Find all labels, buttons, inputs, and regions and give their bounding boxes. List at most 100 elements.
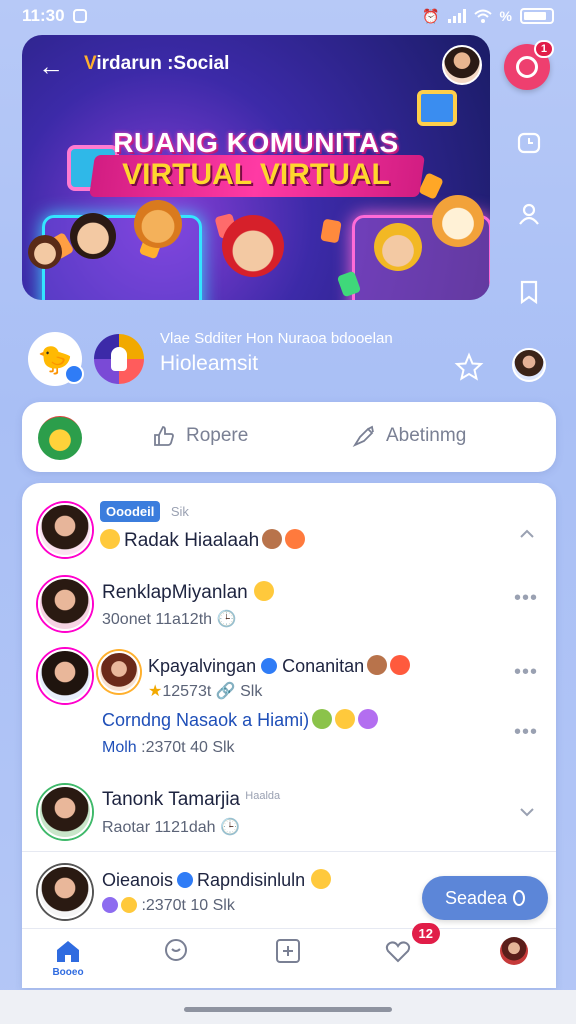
verified-badge-icon xyxy=(177,872,194,888)
heart-emoji-icon xyxy=(358,709,379,729)
more-options-icon[interactable]: ••• xyxy=(514,587,538,610)
list-item[interactable]: Ooodeil Sik Radak Hiaalaah xyxy=(22,501,556,567)
post-meta-text: 30onet 11a12th xyxy=(102,611,213,628)
face-emoji-icon xyxy=(262,529,283,549)
post-author-name-2: Rapndisinluln xyxy=(197,870,306,890)
verified-badge-icon xyxy=(261,658,278,674)
repost-button[interactable]: Abetinmg xyxy=(352,424,466,448)
list-item[interactable]: Kpayalvingan Conanitan ★12573t 🔗 Slk •••… xyxy=(22,649,556,769)
status-time: 11:30 xyxy=(22,6,65,25)
post-author-name: Oieanois xyxy=(102,870,174,890)
cartoon-character xyxy=(28,235,62,269)
profile-avatar[interactable] xyxy=(442,45,482,85)
smile-emoji-icon xyxy=(311,869,332,889)
thumbs-up-icon xyxy=(154,426,174,446)
send-icon xyxy=(513,890,526,906)
post-meta: Raotar 1121dah 🕒 xyxy=(102,817,240,837)
star-icon[interactable] xyxy=(454,352,484,382)
member-avatar[interactable] xyxy=(512,348,546,382)
angry-emoji-icon xyxy=(390,655,411,675)
community-subtitle: Vlae Sdditer Hon Nuraoa bdooelan xyxy=(160,330,393,347)
star-icon: ★ xyxy=(148,683,163,700)
post-meta: :2370t 10 Slk xyxy=(102,897,235,915)
comment-meta-text: :2370t xyxy=(141,739,186,756)
history-icon[interactable] xyxy=(513,126,545,158)
notification-badge: 1 xyxy=(533,40,554,58)
status-bar: 11:30 ⏰ % xyxy=(0,0,576,32)
cartoon-character xyxy=(432,195,484,247)
comment-body: Corndng Nasaok a Hiami) xyxy=(102,710,310,730)
list-item[interactable]: Tanonk Tamarjia Haalda Raotar 1121dah 🕒 xyxy=(22,783,556,843)
post-meta-text: Raotar 1121dah xyxy=(102,819,216,836)
community-badge-logo[interactable] xyxy=(38,416,82,460)
comment-meta-count: 40 Slk xyxy=(190,739,235,756)
bottom-nav: Booeo 12 xyxy=(22,923,556,988)
community-banner[interactable]: ← Virdarun :Social RUANG KOMUNITAS VIRTU… xyxy=(22,35,490,300)
nav-activity[interactable]: 12 xyxy=(378,923,440,981)
chevron-up-icon[interactable] xyxy=(518,525,536,543)
post-meta: 30onet 11a12th 🕒 xyxy=(102,609,236,629)
clock-icon: 🕒 xyxy=(216,611,237,628)
nav-home[interactable]: Booeo xyxy=(48,937,88,981)
banner-title-line1: RUANG KOMUNITAS xyxy=(113,127,399,158)
hand-icon xyxy=(111,347,127,371)
smile-emoji-icon xyxy=(335,709,356,729)
app-name-text: irdarun :Social xyxy=(96,53,230,74)
post-author-name: Radak Hiaalaah xyxy=(124,530,260,551)
tv-icon xyxy=(417,90,457,126)
signal-icon xyxy=(447,9,466,23)
community-info-row: 🐤 Vlae Sdditer Hon Nuraoa bdooelan Hiole… xyxy=(22,328,554,392)
action-card: Ropere Abetinmg xyxy=(22,402,556,472)
repost-label: Abetinmg xyxy=(386,425,467,446)
cartoon-character xyxy=(222,215,284,277)
verified-badge-icon xyxy=(64,364,84,384)
comment-author: Molh xyxy=(102,739,137,756)
more-options-icon[interactable]: ••• xyxy=(514,721,538,744)
user-avatar[interactable] xyxy=(38,785,92,839)
send-label: Seadea xyxy=(444,887,508,908)
chevron-down-icon[interactable] xyxy=(518,803,536,821)
user-avatar[interactable] xyxy=(38,865,92,919)
community-mascot-avatar[interactable]: 🐤 xyxy=(28,332,84,386)
send-button[interactable]: Seadea xyxy=(422,876,548,920)
community-logo[interactable] xyxy=(94,334,144,384)
nav-home-label: Booeo xyxy=(52,967,84,978)
post-author-name: Tanonk Tamarjia xyxy=(102,789,241,810)
user-avatar[interactable] xyxy=(38,649,92,703)
nav-chat[interactable] xyxy=(156,937,196,981)
face-emoji-icon xyxy=(367,655,388,675)
back-arrow-icon[interactable]: ← xyxy=(38,51,64,82)
user-avatar[interactable] xyxy=(38,503,92,557)
alarm-icon: ⏰ xyxy=(422,7,440,24)
bell-icon xyxy=(516,56,538,78)
share-arrow-icon xyxy=(352,425,374,448)
clap-emoji-icon xyxy=(312,709,333,729)
clock-icon: 🕒 xyxy=(220,819,240,836)
grin-emoji-icon xyxy=(253,581,274,601)
chat-bubble-icon xyxy=(165,939,187,961)
nav-create[interactable] xyxy=(268,937,308,981)
post-author-name-2: Conanitan xyxy=(282,656,365,676)
more-options-icon[interactable]: ••• xyxy=(514,661,538,684)
post-author: Tanonk Tamarjia Haalda xyxy=(102,789,280,811)
app-name-initial: V xyxy=(84,53,97,74)
post-author: Kpayalvingan Conanitan xyxy=(148,655,411,677)
post-count: Sik xyxy=(170,504,189,519)
cartoon-character xyxy=(70,213,116,259)
home-indicator[interactable] xyxy=(184,1007,392,1012)
profile-icon[interactable] xyxy=(513,198,545,230)
profile-avatar xyxy=(500,937,528,965)
confetti-decoration xyxy=(320,218,342,244)
reply-user-avatar[interactable] xyxy=(98,651,140,693)
post-meta-text: :2370t xyxy=(141,897,186,914)
wifi-icon xyxy=(473,9,492,23)
notification-button[interactable]: 1 xyxy=(504,40,554,90)
cartoon-character xyxy=(134,200,182,248)
reply-button[interactable]: Ropere xyxy=(152,424,248,448)
post-meta-count: Slk xyxy=(240,683,263,700)
list-item[interactable]: RenklapMiyanlan 30onet 11a12th 🕒 ••• xyxy=(22,575,556,635)
post-author: RenklapMiyanlan xyxy=(102,581,274,604)
bookmark-icon[interactable] xyxy=(513,276,545,308)
user-avatar[interactable] xyxy=(38,577,92,631)
nav-profile[interactable] xyxy=(494,937,534,981)
